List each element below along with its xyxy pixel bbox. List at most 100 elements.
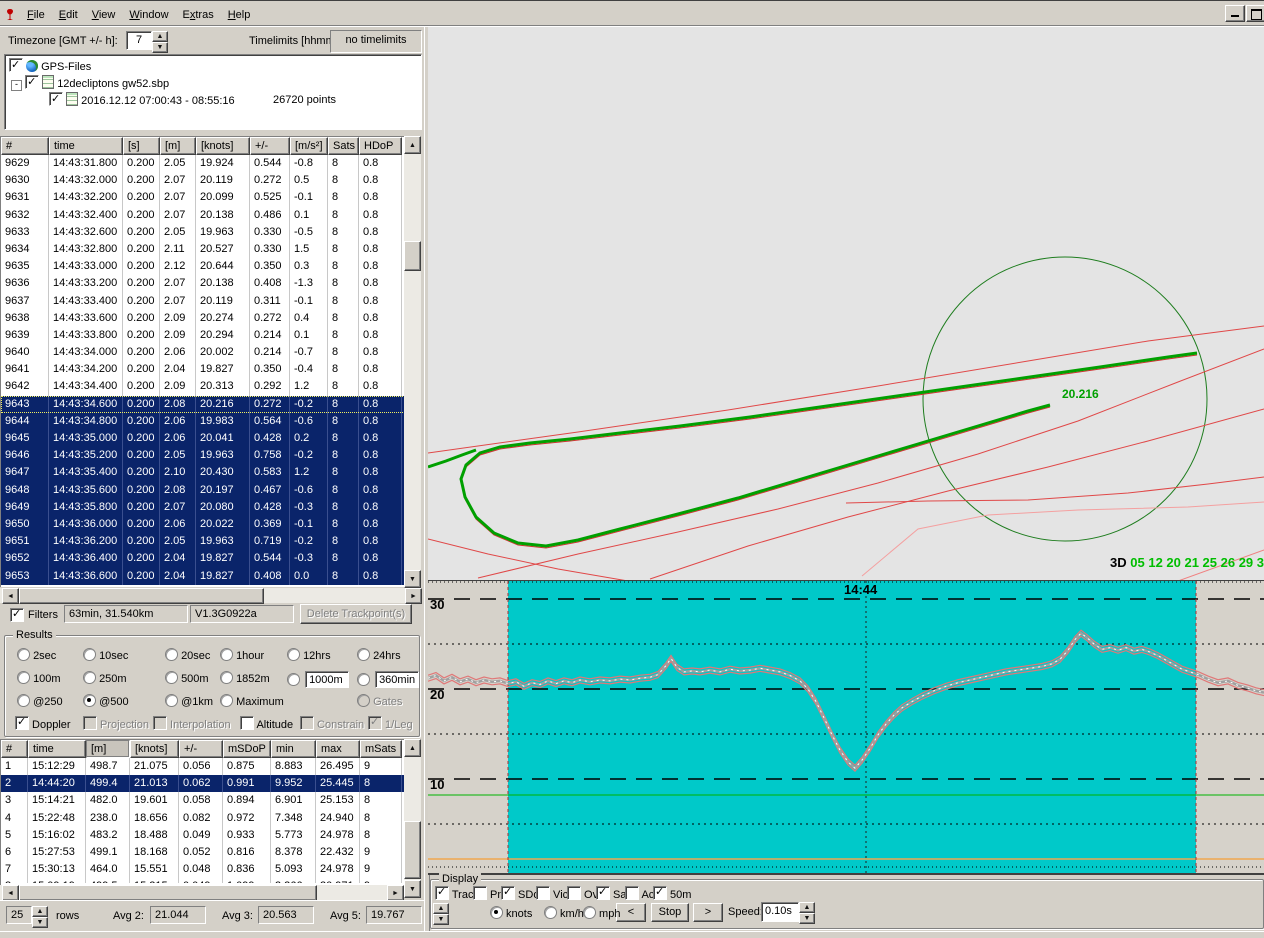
table-row[interactable]: 964914:43:35.8000.2002.0720.0800.428-0.3…	[1, 499, 405, 516]
column-header-msdop[interactable]: mSDoP	[223, 740, 271, 758]
menu-window[interactable]: Window	[122, 6, 175, 24]
checkbox-constrain[interactable]	[300, 716, 314, 730]
table-row[interactable]: 315:14:21482.019.6010.0580.8946.90125.15…	[1, 792, 405, 809]
tree-item-file[interactable]: - 12decliptons gw52.sbp	[9, 75, 421, 92]
table-row[interactable]: 214:44:20499.421.0130.0620.9919.95225.44…	[1, 775, 405, 792]
delete-trackpoints-button[interactable]: Delete Trackpoint(s)	[300, 604, 412, 624]
step-forward-button[interactable]: >	[693, 903, 723, 922]
table-row[interactable]: 964014:43:34.0000.2002.0620.0020.214-0.7…	[1, 344, 405, 361]
timelimits-value[interactable]: no timelimits	[330, 30, 422, 53]
display-checkbox-acc[interactable]	[625, 886, 639, 900]
custom-value-input[interactable]: 360min	[375, 671, 419, 688]
checkbox-altitude[interactable]	[240, 716, 254, 730]
speed-spinner[interactable]: ▲▼	[799, 902, 815, 924]
table-row[interactable]: 964814:43:35.6000.2002.0820.1970.467-0.6…	[1, 482, 405, 499]
speed-graph[interactable]: 14:44 30 20 10	[428, 581, 1264, 875]
radio-10sec[interactable]	[83, 648, 96, 661]
column-header-msats[interactable]: mSats	[360, 740, 402, 758]
checkbox-interpolation[interactable]	[153, 716, 167, 730]
tree-checkbox-session[interactable]	[49, 92, 63, 106]
table-row[interactable]: 715:30:13464.015.5510.0480.8365.09324.97…	[1, 861, 405, 878]
table-row[interactable]: 964614:43:35.2000.2002.0519.9630.758-0.2…	[1, 447, 405, 464]
unit-radio-mph[interactable]	[583, 906, 596, 919]
table-row[interactable]: 964714:43:35.4000.2002.1020.4300.5831.28…	[1, 464, 405, 481]
display-checkbox-ovl[interactable]	[567, 886, 581, 900]
column-header-[interactable]: #	[1, 740, 28, 758]
table-row[interactable]: 962914:43:31.8000.2002.0519.9240.544-0.8…	[1, 155, 405, 172]
unit-radio-kmh[interactable]	[544, 906, 557, 919]
column-header-sats[interactable]: Sats	[328, 137, 359, 155]
checkbox-projection[interactable]	[83, 716, 97, 730]
column-header-m[interactable]: [m]	[86, 740, 130, 758]
radio-250[interactable]	[17, 694, 30, 707]
radio-12hrs[interactable]	[287, 648, 300, 661]
display-checkbox-50m[interactable]	[653, 886, 667, 900]
timezone-spinner[interactable]: ▲▼	[152, 31, 168, 53]
radio-250m[interactable]	[83, 671, 96, 684]
radio-maximum[interactable]	[220, 694, 233, 707]
radio-500[interactable]	[83, 694, 96, 707]
column-header-knots[interactable]: [knots]	[196, 137, 250, 155]
table-row[interactable]: 963014:43:32.0000.2002.0720.1190.2720.58…	[1, 172, 405, 189]
table-row[interactable]: 115:12:29498.721.0750.0560.8758.88326.49…	[1, 758, 405, 775]
radio-1852m[interactable]	[220, 671, 233, 684]
tree-item-session[interactable]: 2016.12.12 07:00:43 - 08:55:16 26720 poi…	[9, 92, 421, 109]
radio-1hour[interactable]	[220, 648, 233, 661]
column-header-[interactable]: +/-	[179, 740, 223, 758]
table-row[interactable]: 963314:43:32.6000.2002.0519.9630.330-0.5…	[1, 224, 405, 241]
column-header-[interactable]: +/-	[250, 137, 290, 155]
radio-500m[interactable]	[165, 671, 178, 684]
menu-help[interactable]: Help	[221, 6, 258, 24]
tree-checkbox-file[interactable]	[25, 75, 39, 89]
results-table-vscrollbar[interactable]: ▲ ▼	[404, 739, 421, 896]
collapse-icon[interactable]: -	[11, 80, 22, 91]
tree-item-root[interactable]: GPS-Files	[9, 58, 421, 75]
table-row[interactable]: 964114:43:34.2000.2002.0419.8270.350-0.4…	[1, 361, 405, 378]
display-checkbox-sdop[interactable]	[501, 886, 515, 900]
table-row[interactable]: 964214:43:34.4000.2002.0920.3130.2921.28…	[1, 378, 405, 395]
rows-spinner[interactable]: ▲▼	[32, 906, 48, 928]
display-checkbox-tracks[interactable]	[435, 886, 449, 900]
table-row[interactable]: 415:22:48238.018.6560.0820.9727.34824.94…	[1, 810, 405, 827]
table-row[interactable]: 964314:43:34.6000.2002.0820.2160.272-0.2…	[1, 396, 405, 413]
unit-radio-knots[interactable]	[490, 906, 503, 919]
checkbox-doppler[interactable]	[15, 716, 29, 730]
table-row[interactable]: 963714:43:33.4000.2002.0720.1190.311-0.1…	[1, 293, 405, 310]
rows-count-input[interactable]: 25	[6, 906, 32, 924]
checkbox-1leg[interactable]	[368, 716, 382, 730]
display-checkbox-pnts[interactable]	[473, 886, 487, 900]
minimize-button[interactable]	[1225, 5, 1245, 22]
timezone-input[interactable]: 7	[126, 31, 152, 50]
graph-zoom-spinner[interactable]: ▲▼	[433, 903, 449, 925]
column-header-[interactable]: #	[1, 137, 49, 155]
table-row[interactable]: 963914:43:33.8000.2002.0920.2940.2140.18…	[1, 327, 405, 344]
table-row[interactable]: 963614:43:33.2000.2002.0720.1380.408-1.3…	[1, 275, 405, 292]
speed-interval-input[interactable]: 0.10s	[761, 902, 799, 922]
column-header-time[interactable]: time	[28, 740, 86, 758]
table-row[interactable]: 964514:43:35.0000.2002.0620.0410.4280.28…	[1, 430, 405, 447]
radio-20sec[interactable]	[165, 648, 178, 661]
results-table-hscrollbar[interactable]: ◄ ►	[0, 885, 404, 900]
stop-button[interactable]: Stop	[651, 903, 689, 922]
trackpoint-table-hscrollbar[interactable]: ◄ ►	[0, 588, 421, 603]
radio-gates[interactable]	[357, 694, 370, 707]
tree-checkbox-root[interactable]	[9, 58, 23, 72]
display-checkbox-sats[interactable]	[596, 886, 610, 900]
column-header-s[interactable]: [s]	[123, 137, 160, 155]
custom-value-input[interactable]: 1000m	[305, 671, 349, 688]
radio-100m[interactable]	[17, 671, 30, 684]
radio-2sec[interactable]	[17, 648, 30, 661]
restore-button[interactable]	[1246, 5, 1264, 22]
table-row[interactable]: 965314:43:36.6000.2002.0419.8270.4080.08…	[1, 568, 405, 585]
radio-24hrs[interactable]	[357, 648, 370, 661]
menu-view[interactable]: View	[85, 6, 123, 24]
menu-edit[interactable]: Edit	[52, 6, 85, 24]
table-row[interactable]: 815:09:19499.515.2150.0491.0993.26620.97…	[1, 878, 405, 883]
table-row[interactable]: 965114:43:36.2000.2002.0519.9630.719-0.2…	[1, 533, 405, 550]
display-checkbox-vic[interactable]	[536, 886, 550, 900]
table-row[interactable]: 963814:43:33.6000.2002.0920.2740.2720.48…	[1, 310, 405, 327]
column-header-max[interactable]: max	[316, 740, 360, 758]
table-row[interactable]: 964414:43:34.8000.2002.0619.9830.564-0.6…	[1, 413, 405, 430]
column-header-knots[interactable]: [knots]	[130, 740, 179, 758]
table-row[interactable]: 963514:43:33.0000.2002.1220.6440.3500.38…	[1, 258, 405, 275]
